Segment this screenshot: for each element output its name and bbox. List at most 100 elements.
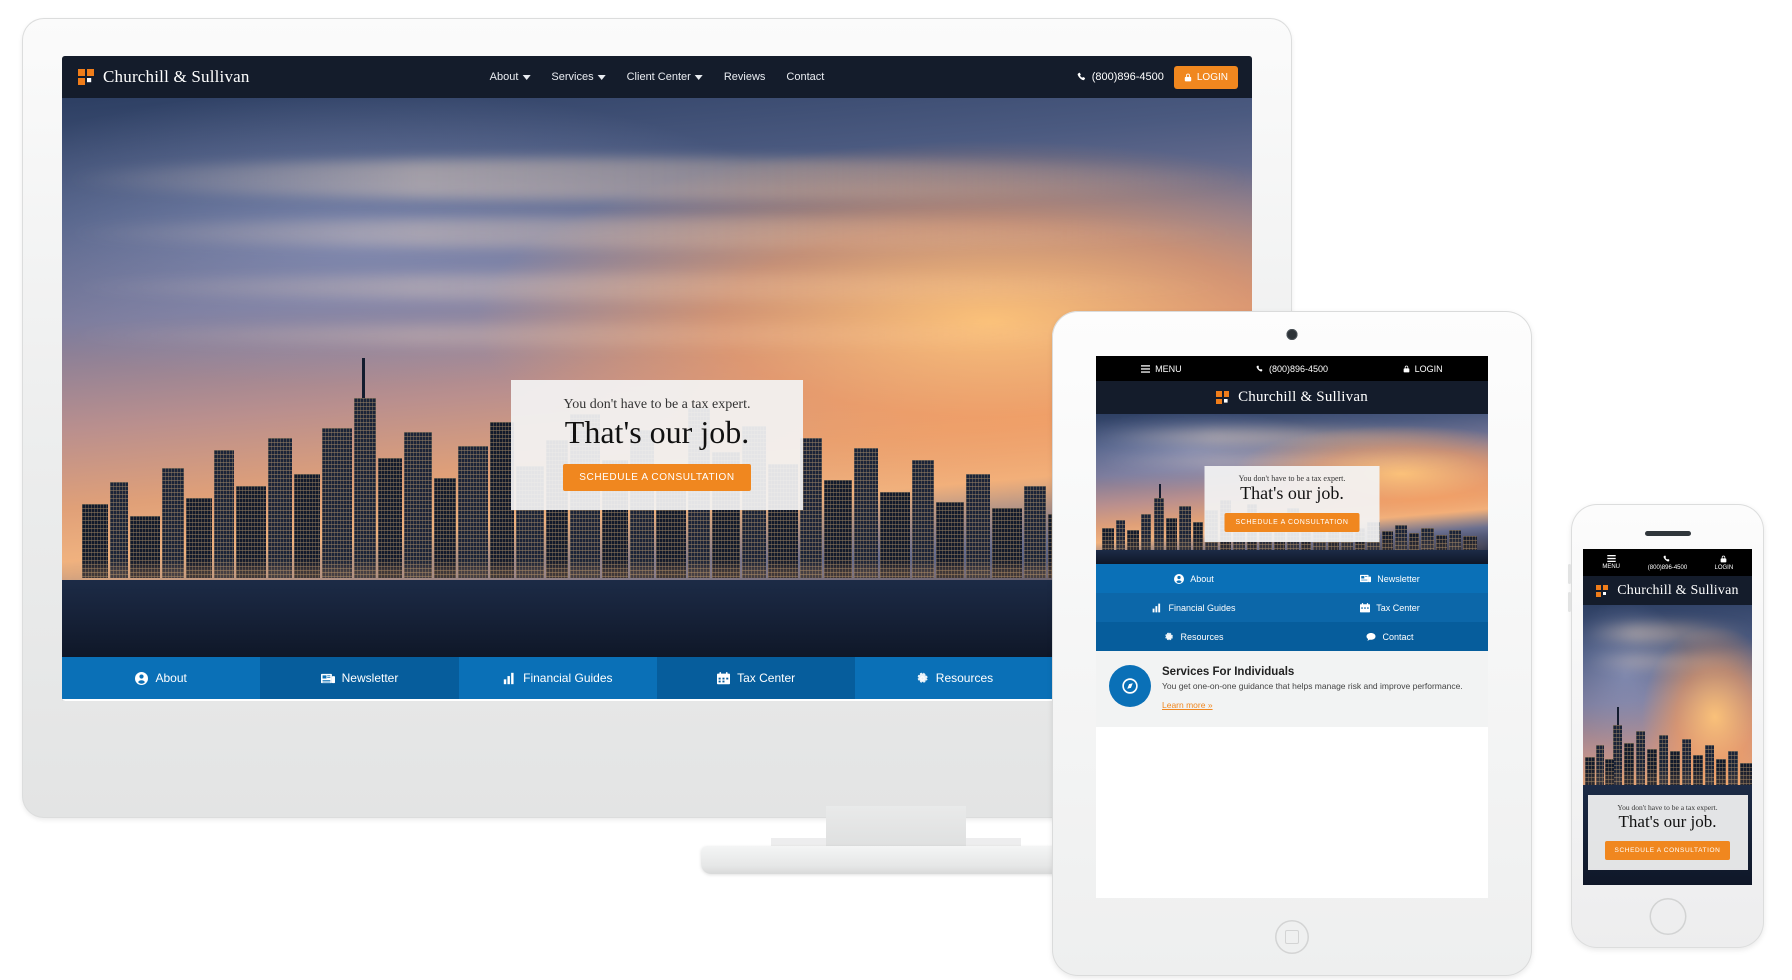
quicknav-item-contact[interactable]: Contact [1292,622,1488,651]
quicknav-label: Newsletter [341,671,399,685]
phone-hero-headline: That's our job. [1618,812,1717,831]
phone-home-button[interactable] [1649,898,1686,935]
calendar-icon [1360,602,1371,613]
building [854,448,878,578]
nav-label: Reviews [723,71,766,83]
phone-brand-name: Churchill & Sullivan [1617,582,1739,598]
quicknav-label: Contact [1382,631,1414,642]
quicknav-item-about[interactable]: About [62,657,261,699]
tablet-service-title: Services For Individuals [1162,666,1295,678]
quicknav-label: Tax Center [737,671,796,685]
building [214,450,234,578]
brand-name: Churchill & Sullivan [103,67,250,86]
tablet-device: MENU (800)896-4500 LOGIN Churchill & Sul… [1052,311,1532,976]
quicknav-item-resources[interactable]: Resources [855,657,1054,699]
phone-volume-down-button[interactable] [1568,592,1571,612]
desktop-main-nav: About Services Client Center Reviews Con… [490,71,825,83]
hamburger-icon [1141,364,1151,373]
tablet-brand-name: Churchill & Sullivan [1238,389,1368,405]
tablet-utility-bar: MENU (800)896-4500 LOGIN [1096,356,1488,381]
brand-logo[interactable]: Churchill & Sullivan [78,67,250,87]
quicknav-item-newsletter[interactable]: Newsletter [1292,564,1488,593]
phone-device: MENU (800)896-4500 LOGIN Churchill & Sul… [1568,504,1764,948]
building [268,438,292,578]
nav-item-reviews[interactable]: Reviews [724,71,766,83]
hero-headline: That's our job. [564,414,750,450]
nav-item-services[interactable]: Services [551,71,606,83]
desktop-header: Churchill & Sullivan About Services Clie… [62,56,1252,98]
tablet-brand-bar[interactable]: Churchill & Sullivan [1096,381,1488,414]
building [236,486,266,578]
cloud-band [62,158,1252,200]
calendar-icon [717,671,731,685]
tablet-login-label: LOGIN [1414,363,1443,374]
phone-brand-bar[interactable]: Churchill & Sullivan [1583,576,1752,605]
tablet-schedule-consultation-button[interactable]: SCHEDULE A CONSULTATION [1224,513,1360,533]
nav-item-contact[interactable]: Contact [786,71,824,83]
building [966,474,990,578]
comment-icon [1366,632,1376,642]
phone-menu-button[interactable]: MENU [1583,549,1639,576]
newspaper-icon [1360,574,1372,583]
tablet-learn-more-link[interactable]: Learn more » [1162,700,1213,710]
tablet-camera [1286,329,1298,340]
building [186,498,212,578]
newspaper-icon [320,672,335,685]
monitor-stand-base [701,846,1091,874]
building [800,438,822,578]
phone-login-label: LOGIN [1714,564,1734,571]
building [458,446,488,578]
hero-eyebrow: You don't have to be a tax expert. [563,397,751,412]
bar-chart-icon [1152,603,1162,613]
cloud-band [1096,428,1488,446]
quicknav-item-tax-center[interactable]: Tax Center [656,657,856,699]
quicknav-label: Resources [1180,631,1224,642]
quicknav-item-financial-guides[interactable]: Financial Guides [1096,593,1292,622]
user-circle-icon [135,671,149,685]
phone-schedule-consultation-button[interactable]: SCHEDULE A CONSULTATION [1604,841,1731,861]
tablet-hero-card: You don't have to be a tax expert. That'… [1204,466,1380,543]
phone-icon [1256,365,1264,373]
tablet-login-button[interactable]: LOGIN [1357,364,1488,374]
bar-chart-icon [503,672,516,685]
nav-label: About [489,71,519,83]
nav-label: Contact [786,71,825,83]
header-phone[interactable]: (800)896-4500 [1077,71,1164,83]
orange-squares-grid-logo-icon [1596,584,1609,597]
tablet-hero: You don't have to be a tax expert. That'… [1096,414,1488,564]
schedule-consultation-button[interactable]: SCHEDULE A CONSULTATION [563,463,751,491]
building [322,428,352,578]
building [1024,486,1046,578]
nav-item-about[interactable]: About [490,71,531,83]
quicknav-item-tax-center[interactable]: Tax Center [1292,593,1488,622]
tablet-service-card: Services For Individuals You get one-on-… [1096,651,1488,727]
quicknav-item-financial-guides[interactable]: Financial Guides [458,657,657,699]
nav-item-client-center[interactable]: Client Center [627,71,703,83]
phone-speaker [1644,531,1691,536]
chevron-down-icon [522,74,531,80]
building [404,432,432,578]
tablet-phone[interactable]: (800)896-4500 [1227,364,1358,374]
building [354,398,376,578]
phone-volume-up-button[interactable] [1568,564,1571,584]
chevron-down-icon [597,74,606,80]
login-button[interactable]: LOGIN [1173,65,1238,89]
login-button-label: LOGIN [1196,71,1228,83]
quicknav-label: Financial Guides [523,671,613,685]
quicknav-item-newsletter[interactable]: Newsletter [260,657,459,699]
phone-login-button[interactable]: LOGIN [1696,549,1752,576]
tablet-phone-number: (800)896-4500 [1268,363,1329,374]
monitor-stand-neck [826,806,966,850]
tablet-home-button[interactable] [1275,920,1309,954]
quicknav-item-resources[interactable]: Resources [1096,622,1292,651]
building [880,492,910,578]
tablet-menu-button[interactable]: MENU [1096,364,1227,374]
quicknav-item-about[interactable]: About [1096,564,1292,593]
desktop-header-right: (800)896-4500 LOGIN [1077,65,1238,89]
tablet-quick-nav: About Newsletter Financial Guides Tax Ce… [1096,564,1488,651]
phone-phone-number-button[interactable]: (800)896-4500 [1639,549,1695,576]
phone-utility-bar: MENU (800)896-4500 LOGIN [1583,549,1752,576]
lock-icon [1720,555,1727,563]
quicknav-label: About [1190,573,1214,584]
harbor-water [1096,550,1488,564]
